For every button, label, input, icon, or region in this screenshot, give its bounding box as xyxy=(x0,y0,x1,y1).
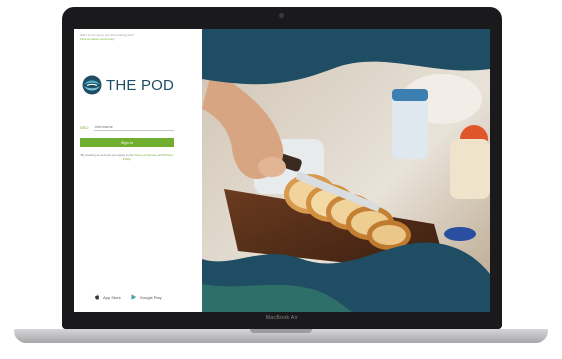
terms-of-service-link[interactable]: Terms of Service xyxy=(134,153,156,157)
top-note: Want to comment, join and sharing jobs? … xyxy=(80,33,134,41)
laptop-lid: Want to comment, join and sharing jobs? … xyxy=(62,7,502,329)
app-store-label: App Store xyxy=(103,294,121,300)
app-store-link[interactable]: App Store xyxy=(94,294,121,300)
laptop-base xyxy=(14,329,548,343)
google-play-icon xyxy=(131,294,137,300)
apple-icon xyxy=(95,294,100,300)
google-play-link[interactable]: Google Play xyxy=(131,294,162,300)
blue-lid-icon xyxy=(444,227,476,241)
model-label: MacBook Air xyxy=(265,315,299,321)
screen-chin: MacBook Air xyxy=(62,312,502,329)
webcam-icon xyxy=(279,13,284,18)
community-link[interactable]: Find out about community xyxy=(80,37,134,41)
brand-name: THE POD xyxy=(106,76,175,94)
bowl-icon xyxy=(450,139,490,199)
sign-in-button[interactable]: Sign in xyxy=(80,138,174,147)
pod-logo-icon xyxy=(82,75,102,95)
sso-tag: SSO xyxy=(80,124,89,130)
google-play-label: Google Play xyxy=(139,294,162,300)
trackpad-notch xyxy=(250,329,312,333)
username-input[interactable] xyxy=(94,123,174,131)
store-badges: App Store Google Play xyxy=(94,294,172,300)
hero-panel xyxy=(202,29,490,312)
brand-logo: THE POD xyxy=(82,75,174,95)
terms-and: and xyxy=(157,153,163,157)
laptop-screen: Want to comment, join and sharing jobs? … xyxy=(74,29,490,312)
bread-slicing-photo xyxy=(202,29,490,312)
username-row: SSO xyxy=(80,123,174,131)
login-panel: Want to comment, join and sharing jobs? … xyxy=(74,29,202,312)
terms-note: By creating an account you agree to the … xyxy=(80,153,174,161)
